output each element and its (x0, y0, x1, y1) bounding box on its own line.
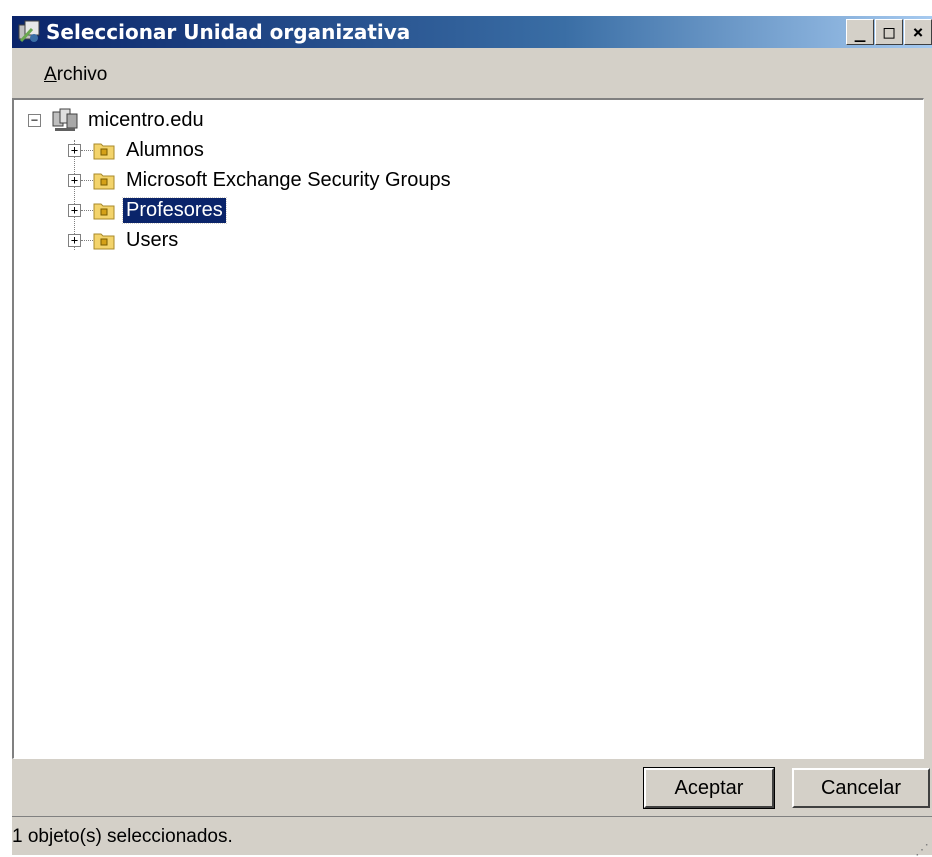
window-title: Seleccionar Unidad organizativa (46, 20, 411, 44)
tree-node-users[interactable]: + Users (68, 226, 181, 254)
expand-icon[interactable]: + (68, 233, 81, 247)
tree-connector (81, 149, 93, 151)
status-bar: 1 objeto(s) seleccionados. ⋰ (12, 816, 932, 857)
app-icon (18, 20, 40, 43)
tree-node-label: micentro.edu (88, 108, 204, 131)
minimize-button[interactable]: _ (846, 19, 874, 45)
maximize-button[interactable]: □ (875, 19, 903, 45)
ou-folder-icon (93, 173, 115, 190)
close-icon: × (912, 21, 924, 43)
tree-node-label: Microsoft Exchange Security Groups (126, 168, 451, 191)
tree-connector (81, 239, 93, 241)
close-button[interactable]: × (904, 19, 932, 45)
dialog-window: Seleccionar Unidad organizativa _ □ × Ar… (10, 14, 932, 857)
domain-icon (52, 108, 78, 131)
tree-node-label: Users (126, 228, 179, 251)
ou-folder-icon (93, 203, 115, 220)
tree-node-label-selected: Profesores (122, 196, 227, 224)
tree-node-microsoft-exchange-security-groups[interactable]: + Microsoft Exchange Security Groups (68, 166, 454, 194)
minimize-icon: _ (854, 21, 866, 43)
menu-archivo[interactable]: Archivo (44, 64, 107, 86)
tree-node-profesores[interactable]: + Profesores (68, 196, 227, 224)
ou-folder-icon (93, 233, 115, 250)
accept-button[interactable]: Aceptar (643, 767, 775, 809)
cancel-button[interactable]: Cancelar (792, 768, 930, 808)
menu-archivo-label: rchivo (56, 64, 108, 85)
resize-grip-icon[interactable]: ⋰ (915, 842, 930, 856)
tree-node-root[interactable]: − micentro.edu (28, 106, 207, 134)
ou-folder-icon (93, 143, 115, 160)
expand-icon[interactable]: + (68, 203, 81, 217)
menu-bar: Archivo (12, 58, 932, 92)
ou-tree-view[interactable]: − micentro.edu + Alumnos + Microsoft Exc… (12, 98, 924, 759)
maximize-icon: □ (883, 21, 895, 43)
expand-icon[interactable]: + (68, 143, 81, 157)
expand-icon[interactable]: + (68, 173, 81, 187)
title-buttons: _ □ × (845, 19, 932, 45)
tree-connector (81, 209, 93, 211)
menu-archivo-accelerator: A (44, 64, 57, 85)
tree-connector (81, 179, 93, 181)
title-bar[interactable]: Seleccionar Unidad organizativa _ □ × (12, 16, 932, 48)
status-text: 1 objeto(s) seleccionados. (12, 826, 233, 847)
collapse-icon[interactable]: − (28, 113, 41, 127)
tree-node-alumnos[interactable]: + Alumnos (68, 136, 207, 164)
tree-node-label: Alumnos (126, 138, 204, 161)
